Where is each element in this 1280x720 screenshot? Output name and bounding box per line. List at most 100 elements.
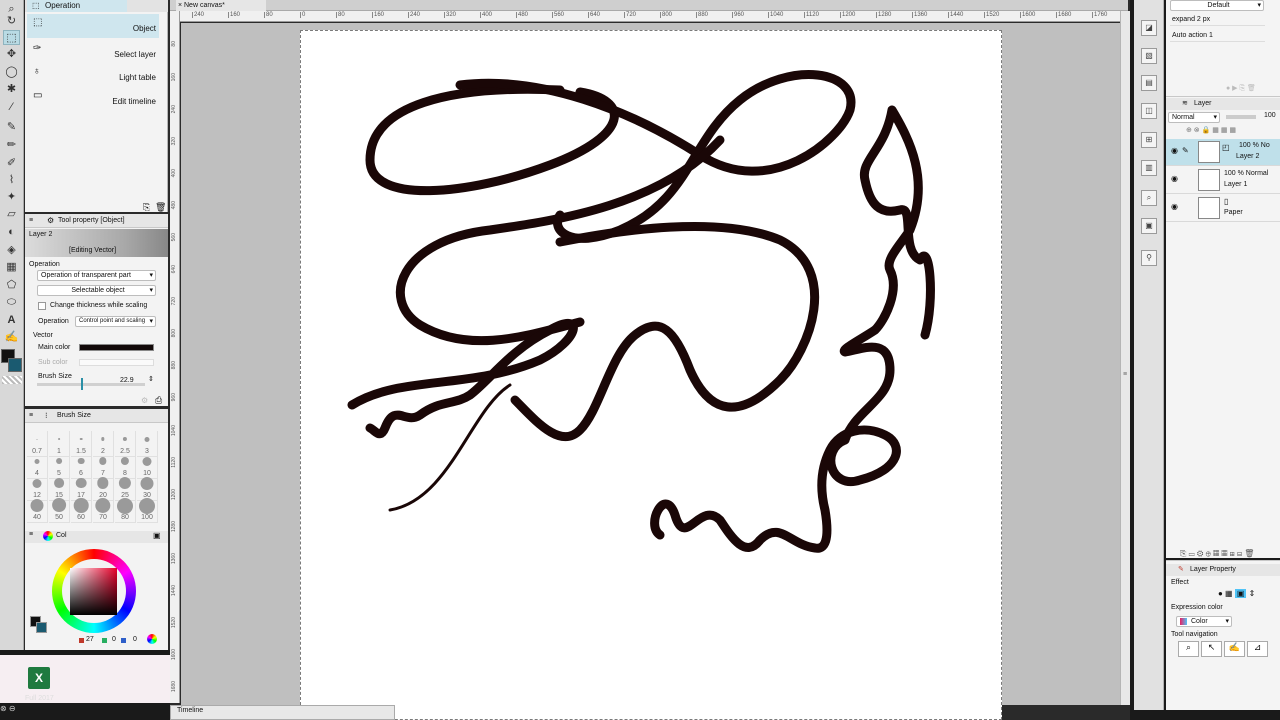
panel-menu-icon[interactable]: ≡ — [29, 531, 33, 538]
ruler-tick-label: 880 — [171, 361, 177, 370]
sub-tool-item-edit-timeline[interactable]: ▭ Edit timeline — [27, 87, 159, 109]
eraser-tool-icon[interactable]: ▱ — [3, 207, 20, 222]
tool-settings-icon[interactable]: ⚙ — [141, 396, 148, 405]
opacity-slider[interactable] — [1226, 115, 1256, 119]
timeline-bar[interactable]: Timeline — [170, 705, 395, 720]
brush-size-stepper-icon[interactable]: ⇕ — [148, 375, 154, 383]
airbrush-tool-icon[interactable]: ⌇ — [3, 173, 20, 188]
eye-icon[interactable]: ◉ — [1171, 147, 1179, 155]
pen-tool-icon[interactable]: ✎ — [3, 120, 20, 135]
brush-size-slider-handle[interactable] — [81, 378, 83, 390]
move-tool-icon[interactable]: ↻ — [3, 14, 20, 29]
sub-tool-item-object[interactable]: ⬚ Object — [27, 14, 159, 38]
move-layer-tool-icon[interactable]: ✥ — [3, 47, 20, 62]
effect-label: Effect — [1171, 579, 1189, 586]
sub-tool-item-select-layer[interactable]: ✑ Select layer — [27, 40, 159, 62]
scroll-handle[interactable]: ≡ — [1123, 371, 1129, 385]
paper-layer-icon: ▯ — [1224, 197, 1229, 206]
transparent-color-swatch[interactable] — [2, 376, 22, 384]
layer-tab-label[interactable]: Layer — [1194, 100, 1212, 107]
blend-mode-dropdown[interactable]: Normal — [1168, 112, 1220, 123]
lasso-tool-icon[interactable]: ◯ — [3, 65, 20, 80]
close-tab-icon[interactable]: × — [178, 0, 182, 11]
layer-property-icon[interactable]: ◫ — [1141, 103, 1157, 119]
panel-menu-icon[interactable]: ≡ — [29, 409, 33, 423]
color-palette-icon[interactable]: ▣ — [153, 531, 161, 540]
main-color-bar[interactable] — [79, 344, 154, 351]
sub-tool-tab[interactable]: ⬚ Operation — [27, 0, 127, 12]
figure-tool-icon[interactable]: ⬠ — [3, 278, 20, 293]
delete-sub-tool-icon[interactable]: 🗑 — [155, 202, 166, 213]
navigator-icon[interactable]: ◪ — [1141, 20, 1157, 36]
frame-tool-icon[interactable]: ⬭ — [3, 295, 20, 310]
brush-tool-icon[interactable]: ✐ — [3, 156, 20, 171]
auto-action-controls[interactable]: ● ▶ ⎘ 🗑 — [1226, 84, 1256, 93]
nav-correct-line-icon[interactable]: ✍ — [1224, 641, 1245, 657]
brush-size-preset[interactable]: 50 — [49, 497, 70, 523]
operation-tool-icon[interactable]: ⬚ — [3, 30, 20, 45]
pencil-tool-icon[interactable]: ✏ — [3, 138, 20, 153]
sub-color-swatch[interactable] — [8, 358, 22, 372]
layer-controls[interactable]: ⎘ ▭ ⚙ ⊕ ▦ ▦ ⊞ ⊟ 🗑 — [1180, 549, 1254, 559]
layer-lock-icons[interactable]: ⊕ ⊗ 🔒 ▦ ▦ ▦ — [1186, 126, 1236, 134]
effect-icons[interactable]: ● ▦ ▣ ⇕ — [1218, 589, 1255, 598]
eye-icon[interactable]: ◉ — [1171, 175, 1179, 183]
item-bank-icon[interactable]: ▤ — [1141, 75, 1157, 91]
auto-action-item[interactable]: Auto action 1 — [1170, 29, 1265, 42]
canvas-tab-label: New canvas* — [184, 2, 225, 9]
reset-settings-icon[interactable]: ⎙ — [155, 395, 162, 406]
text-tool-icon[interactable]: A — [3, 313, 20, 328]
sub-tool-tab-label: Operation — [45, 1, 81, 10]
decoration-tool-icon[interactable]: ✦ — [3, 190, 20, 205]
nav-select-icon[interactable]: ⌕ — [1178, 641, 1199, 657]
color-mode-icon[interactable] — [147, 634, 157, 644]
brush-size-label: 80 — [121, 514, 129, 521]
animation-cels-icon[interactable]: ▣ — [1141, 218, 1157, 234]
canvas-tab[interactable]: × New canvas* — [176, 0, 266, 11]
light-table-icon: ♁ — [33, 66, 41, 77]
brush-size-tab[interactable]: ≡ ⁝ Brush Size — [25, 409, 168, 423]
operation-mode-dropdown[interactable]: Operation of transparent part — [37, 270, 156, 281]
search-layer-icon[interactable]: ⌕ — [1141, 190, 1157, 206]
selectable-object-dropdown[interactable]: Selectable object — [37, 285, 156, 296]
sub-color-chip[interactable] — [36, 622, 47, 633]
expression-color-dropdown[interactable]: Color — [1176, 616, 1232, 627]
change-thickness-checkbox[interactable] — [38, 302, 46, 310]
layer-row[interactable]: ◉ ▯ Paper — [1166, 195, 1280, 222]
excel-app-icon[interactable]: X — [28, 667, 50, 689]
tool-property-tab[interactable]: ≡ ⚙ Tool property [Object] — [25, 214, 168, 228]
blend-tool-icon[interactable]: ◐ — [3, 225, 20, 240]
gradient-tool-icon[interactable]: ▦ — [3, 260, 20, 275]
saturation-value-square[interactable] — [70, 568, 117, 615]
canvas-scrollbar[interactable]: ≡ — [1120, 11, 1130, 705]
sub-tool-item-light-table[interactable]: ♁ Light table — [27, 63, 159, 85]
brush-size-preset[interactable]: 80 — [115, 497, 136, 523]
brush-size-preset[interactable]: 70 — [93, 497, 114, 523]
eyedropper-tool-icon[interactable]: ⁄ — [3, 100, 20, 115]
layer-property-tab-label[interactable]: Layer Property — [1190, 566, 1236, 573]
nav-fill-icon[interactable]: ⊿ — [1247, 641, 1268, 657]
brush-size-preset[interactable]: 60 — [71, 497, 92, 523]
auto-action-item[interactable]: expand 2 px — [1170, 13, 1265, 26]
balloon-tool-icon[interactable]: ✍ — [3, 330, 20, 345]
layer-row[interactable]: ◉ ✎ ◰ 100 % No Layer 2 — [1166, 139, 1280, 166]
taskbar-window-controls[interactable]: ⊗ ⊖ — [0, 704, 24, 716]
fill-tool-icon[interactable]: ◈ — [3, 243, 20, 258]
sub-view-icon[interactable]: ▧ — [1141, 48, 1157, 64]
brush-size-preset[interactable]: 40 — [27, 497, 48, 523]
layer-row[interactable]: ◉ 100 % Normal Layer 1 — [1166, 167, 1280, 194]
material-icon[interactable]: ⊞ — [1141, 132, 1157, 148]
brush-size-preset[interactable]: 100 — [137, 497, 158, 523]
new-sub-tool-icon[interactable]: ⎘ — [143, 202, 150, 213]
ruler-tick-label: 720 — [171, 297, 177, 306]
nav-object-icon[interactable]: ↖ — [1201, 641, 1222, 657]
history-icon[interactable]: ▥ — [1141, 160, 1157, 176]
pin-icon[interactable]: ⚲ — [1141, 250, 1157, 266]
operation-value-dropdown[interactable]: Control point and scaling — [75, 316, 156, 327]
vector-drawing[interactable] — [300, 30, 1002, 720]
panel-menu-icon[interactable]: ≡ — [29, 214, 33, 228]
color-wheel-tab-icon[interactable] — [43, 531, 53, 541]
magic-wand-tool-icon[interactable]: ✱ — [3, 82, 20, 97]
eye-icon[interactable]: ◉ — [1171, 203, 1179, 211]
auto-action-set-dropdown[interactable]: Default — [1170, 0, 1264, 11]
